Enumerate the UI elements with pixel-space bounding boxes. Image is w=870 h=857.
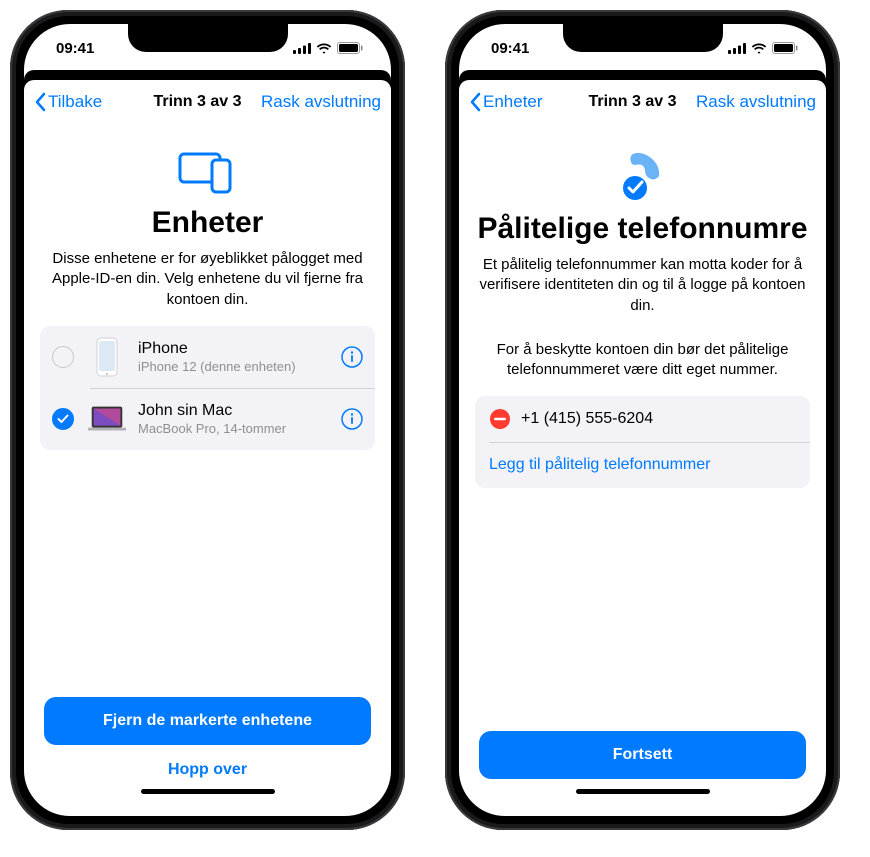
status-time: 09:41 — [491, 40, 529, 57]
quick-exit-button[interactable]: Rask avslutning — [696, 92, 816, 112]
phone-number: +1 (415) 555-6204 — [521, 410, 653, 428]
device-name: iPhone — [138, 340, 341, 358]
content: Pålitelige telefonnumre Et pålitelig tel… — [459, 124, 826, 816]
macbook-thumb-icon — [86, 398, 128, 440]
device-text: John sin Mac MacBook Pro, 14-tommer — [138, 402, 341, 436]
nav-title: Trinn 3 av 3 — [569, 93, 696, 111]
page-description-2: For å beskytte kontoen din bør det pålit… — [475, 340, 810, 381]
continue-button[interactable]: Fortsett — [479, 731, 806, 779]
phone-frame-right: 09:41 Enheter Trinn 3 av 3 Rask avslutni… — [445, 10, 840, 830]
device-sub: iPhone 12 (denne enheten) — [138, 359, 341, 374]
bottom-actions: Fjern de markerte enhetene Hopp over — [40, 697, 375, 800]
status-indicators — [293, 42, 363, 54]
page-title: Pålitelige telefonnumre — [475, 212, 810, 245]
skip-button[interactable]: Hopp over — [44, 755, 371, 783]
phone-number-list: +1 (415) 555-6204 Legg til pålitelig tel… — [475, 396, 810, 488]
battery-icon — [337, 42, 363, 54]
modal-backdrop: Enheter Trinn 3 av 3 Rask avslutning Pål… — [459, 70, 826, 816]
add-phone-row[interactable]: Legg til pålitelig telefonnummer — [475, 442, 810, 488]
page-description-1: Et pålitelig telefonnummer kan motta kod… — [475, 255, 810, 316]
device-sub: MacBook Pro, 14-tommer — [138, 421, 341, 436]
back-label: Enheter — [483, 92, 543, 112]
quick-exit-button[interactable]: Rask avslutning — [261, 92, 381, 112]
back-label: Tilbake — [48, 92, 102, 112]
remove-devices-button[interactable]: Fjern de markerte enhetene — [44, 697, 371, 745]
back-button[interactable]: Tilbake — [34, 92, 134, 112]
nav-bar: Tilbake Trinn 3 av 3 Rask avslutning — [24, 80, 391, 124]
info-icon[interactable] — [341, 346, 363, 368]
cellular-icon — [728, 43, 746, 54]
phone-number-row[interactable]: +1 (415) 555-6204 — [475, 396, 810, 442]
info-icon[interactable] — [341, 408, 363, 430]
bottom-actions: Fortsett — [475, 731, 810, 800]
notch — [128, 24, 288, 52]
iphone-thumb-icon — [86, 336, 128, 378]
trusted-phone-hero-icon — [475, 148, 810, 202]
back-button[interactable]: Enheter — [469, 92, 569, 112]
phone-frame-left: 09:41 Tilbake Trinn 3 av 3 Rask avslutni… — [10, 10, 405, 830]
home-indicator[interactable] — [141, 789, 275, 794]
device-text: iPhone iPhone 12 (denne enheten) — [138, 340, 341, 374]
status-time: 09:41 — [56, 40, 94, 57]
device-list: iPhone iPhone 12 (denne enheten) — [40, 326, 375, 450]
home-indicator[interactable] — [576, 789, 710, 794]
battery-icon — [772, 42, 798, 54]
content: Enheter Disse enhetene er for øyeblikket… — [24, 124, 391, 816]
chevron-left-icon — [34, 92, 46, 112]
status-indicators — [728, 42, 798, 54]
nav-bar: Enheter Trinn 3 av 3 Rask avslutning — [459, 80, 826, 124]
notch — [563, 24, 723, 52]
page-title: Enheter — [40, 206, 375, 239]
chevron-left-icon — [469, 92, 481, 112]
device-name: John sin Mac — [138, 402, 341, 420]
nav-title: Trinn 3 av 3 — [134, 93, 261, 111]
checkbox-checked[interactable] — [52, 408, 74, 430]
device-row-mac[interactable]: John sin Mac MacBook Pro, 14-tommer — [40, 388, 375, 450]
checkbox-unchecked[interactable] — [52, 346, 74, 368]
screen: 09:41 Enheter Trinn 3 av 3 Rask avslutni… — [459, 24, 826, 816]
add-phone-label: Legg til pålitelig telefonnummer — [489, 456, 710, 474]
devices-hero-icon — [40, 148, 375, 196]
device-row-iphone[interactable]: iPhone iPhone 12 (denne enheten) — [40, 326, 375, 388]
screen: 09:41 Tilbake Trinn 3 av 3 Rask avslutni… — [24, 24, 391, 816]
wifi-icon — [316, 43, 332, 54]
page-description: Disse enhetene er for øyeblikket pålogge… — [40, 249, 375, 310]
modal-sheet: Tilbake Trinn 3 av 3 Rask avslutning Enh… — [24, 80, 391, 816]
wifi-icon — [751, 43, 767, 54]
modal-sheet: Enheter Trinn 3 av 3 Rask avslutning Pål… — [459, 80, 826, 816]
cellular-icon — [293, 43, 311, 54]
modal-backdrop: Tilbake Trinn 3 av 3 Rask avslutning Enh… — [24, 70, 391, 816]
remove-icon[interactable] — [489, 408, 511, 430]
